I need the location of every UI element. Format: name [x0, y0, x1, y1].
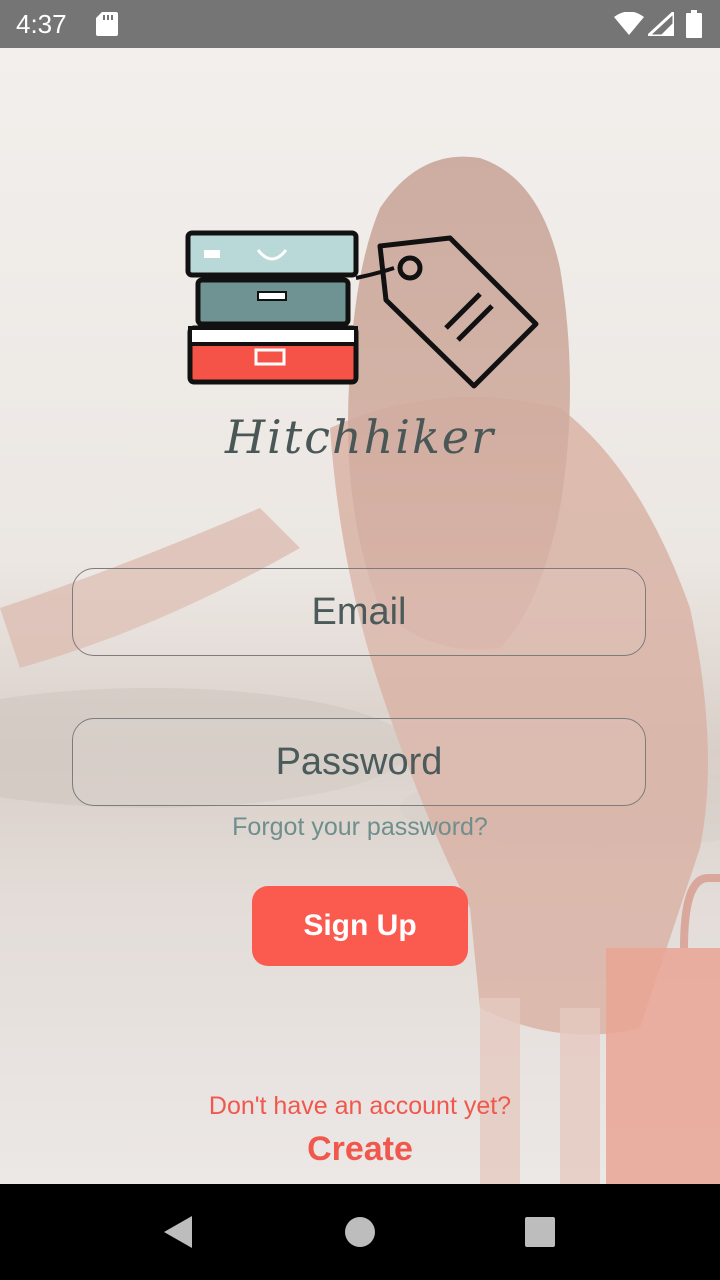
- password-field[interactable]: [72, 718, 646, 806]
- sign-up-button[interactable]: Sign Up: [252, 886, 468, 966]
- email-input[interactable]: [73, 568, 645, 656]
- logo-wordmark: Hitchhiker: [224, 410, 496, 464]
- hitchhiker-logo: Hitchhiker: [185, 230, 539, 464]
- wifi-icon: [614, 12, 644, 35]
- cell-signal-icon: [648, 12, 674, 36]
- recents-icon[interactable]: [524, 1216, 556, 1248]
- forgot-password-link[interactable]: Forgot your password?: [0, 813, 720, 842]
- create-account-link[interactable]: Create: [0, 1130, 720, 1169]
- no-account-prompt: Don't have an account yet?: [208, 1092, 512, 1120]
- battery-icon: [686, 10, 702, 38]
- home-icon[interactable]: [344, 1216, 376, 1248]
- login-screen: Hitchhiker Forgot your password? Sign Up…: [0, 48, 720, 1184]
- sd-card-icon: [96, 12, 118, 36]
- back-icon[interactable]: [162, 1214, 194, 1250]
- suitcases-with-tag-icon: [185, 230, 539, 389]
- status-time: 4:37: [16, 9, 67, 39]
- status-bar: 4:37: [0, 0, 720, 48]
- password-input[interactable]: [73, 718, 645, 806]
- email-field[interactable]: [72, 568, 646, 656]
